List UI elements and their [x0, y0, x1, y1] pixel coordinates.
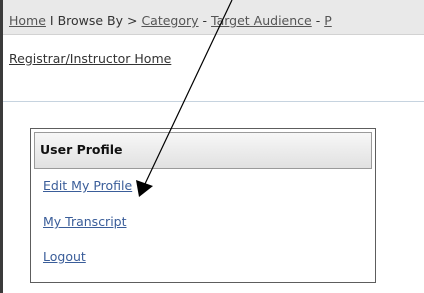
breadcrumb-home-link[interactable]: Home: [9, 13, 46, 28]
breadcrumb: Home I Browse By > Category - Target Aud…: [3, 0, 424, 35]
breadcrumb-target-audience-link[interactable]: Target Audience: [211, 13, 312, 28]
breadcrumb-category-link[interactable]: Category: [141, 13, 198, 28]
user-profile-title: User Profile: [34, 132, 372, 169]
left-border: [0, 0, 3, 293]
page-frame: Home I Browse By > Category - Target Aud…: [0, 0, 424, 293]
edit-profile-link[interactable]: Edit My Profile: [43, 178, 132, 193]
registrar-home-link[interactable]: Registrar/Instructor Home: [9, 51, 171, 66]
sub-navigation: Registrar/Instructor Home: [9, 51, 171, 66]
user-profile-panel: User Profile Edit My Profile My Transcri…: [30, 128, 376, 283]
my-transcript-link[interactable]: My Transcript: [43, 214, 127, 229]
logout-link[interactable]: Logout: [43, 249, 86, 264]
breadcrumb-separator: I: [45, 13, 58, 28]
breadcrumb-dash: -: [311, 13, 325, 28]
section-divider: [3, 101, 424, 102]
breadcrumb-dash: -: [198, 13, 212, 28]
breadcrumb-browse-by: Browse By >: [57, 13, 142, 28]
breadcrumb-truncated-link[interactable]: P: [324, 13, 332, 28]
